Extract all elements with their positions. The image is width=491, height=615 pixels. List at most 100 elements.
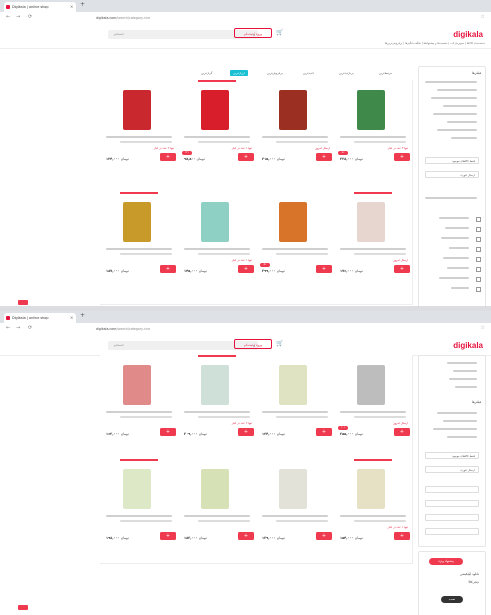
product-title[interactable] [276,520,328,522]
product-title[interactable] [184,248,250,250]
product-title[interactable] [276,141,328,143]
login-button[interactable]: ورود | ثبت‌نام [234,28,272,38]
product-title[interactable] [106,411,172,413]
app-promo-card[interactable]: پیشنهاد ویژه دانلود اپلیکیشن دیجی‌کالا ن… [418,551,486,615]
sort-option[interactable]: ارزان‌ترین [230,70,248,76]
add-to-cart-button[interactable]: + [316,153,332,161]
address-bar[interactable]: digikala.com/search/category-rice [96,325,216,333]
product-title[interactable] [120,416,172,418]
promo-install-button[interactable]: نصب [441,596,463,603]
product-image[interactable] [201,469,229,509]
filter-checkbox[interactable] [476,267,481,272]
browser-tab[interactable]: Digikala | online shop × [4,313,76,323]
filter-option[interactable] [425,500,479,507]
product-image[interactable] [123,202,151,242]
support-tab[interactable] [18,300,28,305]
product-image[interactable] [201,365,229,405]
product-image[interactable] [201,90,229,130]
filter-option[interactable] [425,514,479,521]
reload-icon[interactable]: ⟳ [28,325,32,331]
product-title[interactable] [106,515,172,517]
product-title[interactable] [184,515,250,517]
product-card[interactable]: ارسال امروز ۱۷۶,۰۰۰تومان + [334,192,413,305]
cart-icon[interactable]: 🛒 [276,340,283,347]
product-title[interactable] [184,136,250,138]
product-title[interactable] [198,520,250,522]
browser-tab[interactable]: Digikala | online shop × [4,2,76,12]
add-to-cart-button[interactable]: + [394,532,410,540]
filter-checkbox[interactable] [476,237,481,242]
product-title[interactable] [198,253,250,255]
product-card[interactable]: ۱۳۴,۰۰۰تومان + [256,355,335,460]
product-title[interactable] [354,141,406,143]
product-image[interactable] [201,202,229,242]
filter-checkbox[interactable] [476,277,481,282]
filter-checkbox[interactable] [476,247,481,252]
cart-icon[interactable]: 🛒 [276,29,283,36]
product-image[interactable] [279,202,307,242]
tab-close-icon[interactable]: × [70,313,73,323]
back-icon[interactable]: ← [6,14,10,20]
product-card[interactable]: تنها ۲ عدد در انبار ۲۰۹,۰۰۰تومان + [178,355,257,460]
new-tab-button[interactable]: + [80,312,85,319]
sort-option[interactable]: گران‌ترین [198,70,215,76]
address-bar[interactable]: digikala.com/search/category-rice [96,14,216,22]
filter-checkbox[interactable] [476,257,481,262]
only-available-toggle[interactable]: فقط کالاهای موجود [425,452,479,459]
filter-option[interactable] [425,486,479,493]
filter-checkbox[interactable] [476,217,481,222]
product-card[interactable]: تنها ۳ عدد در انبار ۸٪ ۲۲۸,۰۰۰تومان + [334,80,413,193]
fast-delivery-toggle[interactable]: ارسال فوری [425,466,479,473]
support-tab[interactable] [18,605,28,610]
product-card[interactable]: ۱۲۹,۰۰۰تومان + [256,459,335,564]
sort-option[interactable]: مرتبط‌ترین [376,70,395,76]
product-title[interactable] [354,520,406,522]
product-image[interactable] [357,202,385,242]
add-to-cart-button[interactable]: + [160,532,176,540]
new-tab-button[interactable]: + [80,1,85,8]
product-image[interactable] [357,469,385,509]
reload-icon[interactable]: ⟳ [28,14,32,20]
site-logo[interactable]: digikala [453,30,483,39]
product-card[interactable]: ۱۸۳,۰۰۰تومان + [178,459,257,564]
product-title[interactable] [276,416,328,418]
product-title[interactable] [262,248,328,250]
product-title[interactable] [106,248,172,250]
add-to-cart-button[interactable]: + [238,428,254,436]
product-title[interactable] [262,515,328,517]
add-to-cart-button[interactable]: + [160,265,176,273]
add-to-cart-button[interactable]: + [316,428,332,436]
bookmark-star-icon[interactable]: ☆ [481,325,485,331]
product-card[interactable]: ارسال امروز ۳۱۵,۰۰۰تومان + [256,80,335,193]
product-title[interactable] [120,253,172,255]
add-to-cart-button[interactable]: + [160,153,176,161]
product-title[interactable] [340,136,406,138]
product-title[interactable] [354,253,406,255]
login-button[interactable]: ورود | ثبت‌نام [234,339,272,349]
add-to-cart-button[interactable]: + [160,428,176,436]
product-title[interactable] [276,253,328,255]
product-image[interactable] [123,90,151,130]
product-image[interactable] [279,469,307,509]
site-logo[interactable]: digikala [453,341,483,350]
filter-option[interactable] [425,528,479,535]
product-image[interactable] [279,365,307,405]
add-to-cart-button[interactable]: + [394,428,410,436]
product-title[interactable] [262,411,328,413]
filter-checkbox[interactable] [476,227,481,232]
forward-icon[interactable]: → [16,325,20,331]
product-title[interactable] [340,515,406,517]
product-image[interactable] [357,365,385,405]
add-to-cart-button[interactable]: + [238,532,254,540]
filter-checkbox[interactable] [476,287,481,292]
add-to-cart-button[interactable]: + [238,153,254,161]
back-icon[interactable]: ← [6,325,10,331]
tab-close-icon[interactable]: × [70,2,73,12]
add-to-cart-button[interactable]: + [394,265,410,273]
product-title[interactable] [120,141,172,143]
product-card[interactable]: ۱۶۲,۰۰۰تومان + [100,355,179,460]
sort-option[interactable]: جدیدترین [300,70,317,76]
product-card[interactable]: ۱۹۸,۰۰۰تومان + [100,459,179,564]
product-card[interactable]: ارسال امروز ۱۰٪ ۲۵۵,۰۰۰تومان + [334,355,413,460]
bookmark-star-icon[interactable]: ☆ [481,14,485,20]
